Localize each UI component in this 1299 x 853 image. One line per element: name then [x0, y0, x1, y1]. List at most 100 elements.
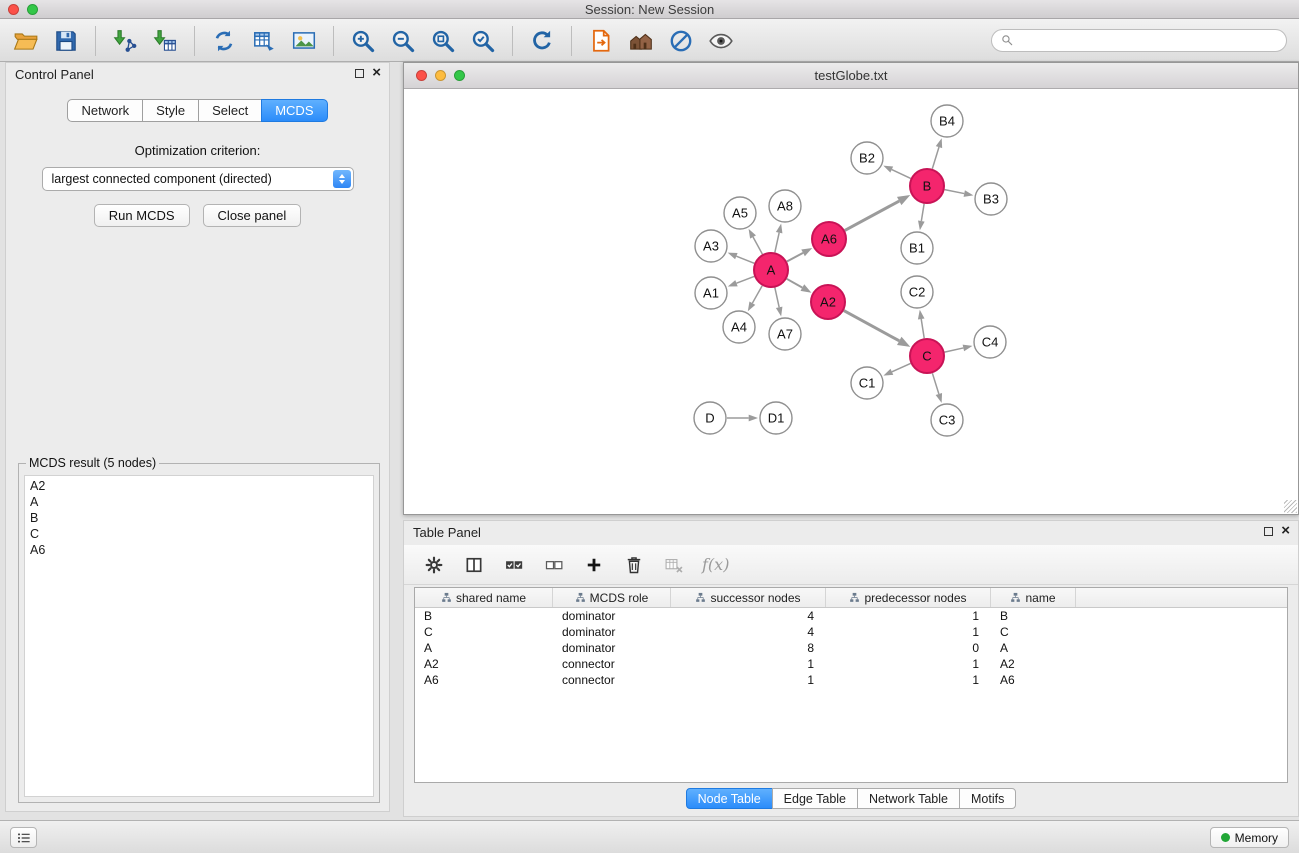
open-button[interactable]: [13, 28, 39, 54]
column-header-name[interactable]: name: [991, 588, 1076, 607]
float-panel-icon[interactable]: [355, 69, 364, 78]
graph-edge-A-A6[interactable]: [787, 253, 803, 262]
graph-edge-C-C3[interactable]: [932, 373, 938, 394]
graph-node-D1[interactable]: D1: [760, 402, 792, 434]
column-header-successor-nodes[interactable]: successor nodes: [671, 588, 826, 607]
graph-edge-B-B1[interactable]: [921, 204, 924, 221]
graph-node-B[interactable]: B: [910, 169, 944, 203]
close-panel-button[interactable]: Close panel: [203, 204, 302, 227]
refresh-button[interactable]: [529, 28, 555, 54]
graph-node-A[interactable]: A: [754, 253, 788, 287]
save-button[interactable]: [53, 28, 79, 54]
column-header-predecessor-nodes[interactable]: predecessor nodes: [826, 588, 991, 607]
tab-mcds[interactable]: MCDS: [261, 99, 327, 122]
graph-node-A8[interactable]: A8: [769, 190, 801, 222]
tab-motifs[interactable]: Motifs: [959, 788, 1016, 809]
document-button[interactable]: [588, 28, 614, 54]
import-network-button[interactable]: [112, 28, 138, 54]
graph-node-A2[interactable]: A2: [811, 285, 845, 319]
mcds-result-list[interactable]: A2ABCA6: [24, 475, 374, 797]
function-builder-button[interactable]: f(x): [702, 555, 729, 574]
deselect-all-button[interactable]: [542, 553, 566, 577]
graph-node-C1[interactable]: C1: [851, 367, 883, 399]
graph-edge-A6-B[interactable]: [845, 201, 899, 230]
graph-edge-B-B4[interactable]: [932, 147, 939, 169]
graph-edge-C-C4[interactable]: [945, 348, 964, 352]
table-x-button[interactable]: [662, 553, 686, 577]
graph-edge-C-C2[interactable]: [921, 319, 924, 338]
resize-grip-icon[interactable]: [1284, 500, 1297, 513]
column-header-mcds-role[interactable]: MCDS role: [553, 588, 671, 607]
run-mcds-button[interactable]: Run MCDS: [94, 204, 190, 227]
table-row[interactable]: A6connector11A6: [415, 672, 1287, 688]
tab-node-table[interactable]: Node Table: [686, 788, 773, 809]
graphics-detail-button[interactable]: [668, 28, 694, 54]
import-table-button[interactable]: [152, 28, 178, 54]
tab-network[interactable]: Network: [67, 99, 143, 122]
graph-node-D[interactable]: D: [694, 402, 726, 434]
add-button[interactable]: [582, 553, 606, 577]
graph-edge-A-A3[interactable]: [736, 256, 754, 263]
graph-node-A4[interactable]: A4: [723, 311, 755, 343]
graph-edge-A-A7[interactable]: [775, 288, 779, 308]
graph-node-B3[interactable]: B3: [975, 183, 1007, 215]
mcds-result-item[interactable]: B: [30, 510, 368, 526]
gear-button[interactable]: [422, 553, 446, 577]
graph-node-A1[interactable]: A1: [695, 277, 727, 309]
graph-node-C4[interactable]: C4: [974, 326, 1006, 358]
graph-edge-A2-C[interactable]: [844, 311, 899, 341]
table-row[interactable]: A2connector11A2: [415, 656, 1287, 672]
search-field[interactable]: [991, 29, 1287, 52]
graph-node-C[interactable]: C: [910, 339, 944, 373]
zoom-selected-button[interactable]: [470, 28, 496, 54]
tab-edge-table[interactable]: Edge Table: [772, 788, 858, 809]
eye-button[interactable]: [708, 28, 734, 54]
graph-node-A6[interactable]: A6: [812, 222, 846, 256]
graph-node-B4[interactable]: B4: [931, 105, 963, 137]
zoom-in-button[interactable]: [350, 28, 376, 54]
graph-node-A7[interactable]: A7: [769, 318, 801, 350]
memory-button[interactable]: Memory: [1210, 827, 1289, 848]
graph-node-C2[interactable]: C2: [901, 276, 933, 308]
graph-edge-B-B3[interactable]: [945, 190, 965, 194]
tab-style[interactable]: Style: [142, 99, 199, 122]
mcds-result-item[interactable]: A6: [30, 542, 368, 558]
search-input[interactable]: [1019, 34, 1278, 48]
graph-node-A5[interactable]: A5: [724, 197, 756, 229]
table-row[interactable]: Bdominator41B: [415, 608, 1287, 624]
show-panels-button[interactable]: [10, 827, 37, 848]
table-row[interactable]: Cdominator41C: [415, 624, 1287, 640]
mcds-result-item[interactable]: C: [30, 526, 368, 542]
tab-network-table[interactable]: Network Table: [857, 788, 960, 809]
close-panel-icon[interactable]: ×: [372, 67, 381, 79]
graph-edge-A-A4[interactable]: [752, 286, 762, 303]
graph-edge-A-A2[interactable]: [787, 279, 803, 288]
export-network-button[interactable]: [211, 28, 237, 54]
mcds-result-item[interactable]: A2: [30, 478, 368, 494]
criterion-select[interactable]: largest connected component (directed): [42, 167, 354, 191]
graph-edge-A-A8[interactable]: [775, 233, 779, 253]
network-canvas[interactable]: B4 B2 B B3 A5 A8 A6 A3 B1 A C2 A1 A2 A4 A7 C4 C C1 D D1 C3: [404, 89, 1298, 514]
graph-node-B1[interactable]: B1: [901, 232, 933, 264]
graph-edge-B-B2[interactable]: [892, 170, 911, 179]
mcds-result-item[interactable]: A: [30, 494, 368, 510]
graph-node-C3[interactable]: C3: [931, 404, 963, 436]
close-table-panel-icon[interactable]: ×: [1281, 525, 1290, 537]
graph-edge-A-A5[interactable]: [753, 237, 762, 254]
export-table-button[interactable]: [251, 28, 277, 54]
graph-edge-A-A1[interactable]: [736, 276, 754, 283]
export-image-button[interactable]: [291, 28, 317, 54]
graph-edge-C-C1[interactable]: [892, 363, 911, 371]
zoom-out-button[interactable]: [390, 28, 416, 54]
select-all-button[interactable]: [502, 553, 526, 577]
graph-node-B2[interactable]: B2: [851, 142, 883, 174]
graph-node-A3[interactable]: A3: [695, 230, 727, 262]
column-header-shared-name[interactable]: shared name: [415, 588, 553, 607]
table-row[interactable]: Adominator80A: [415, 640, 1287, 656]
home-button[interactable]: [628, 28, 654, 54]
tab-select[interactable]: Select: [198, 99, 262, 122]
trash-button[interactable]: [622, 553, 646, 577]
split-columns-button[interactable]: [462, 553, 486, 577]
float-table-panel-icon[interactable]: [1264, 527, 1273, 536]
zoom-fit-button[interactable]: [430, 28, 456, 54]
